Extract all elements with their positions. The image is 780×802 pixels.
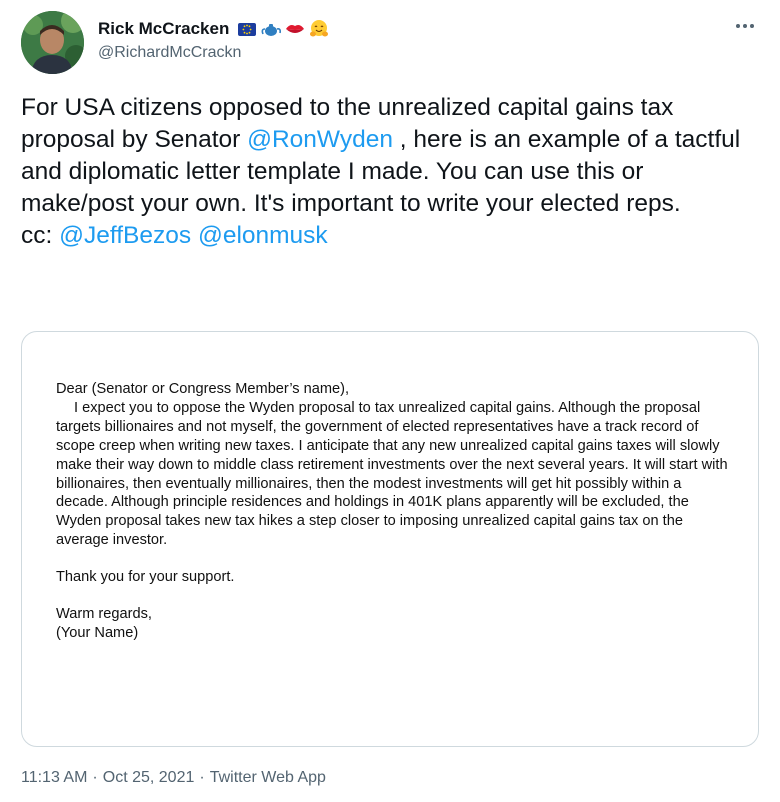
meta-separator: ·: [92, 769, 98, 786]
eu-flag-emoji: [237, 19, 257, 39]
letter-thanks: Thank you for your support.: [56, 569, 235, 586]
tweet-text: For USA citizens opposed to the unrealiz…: [21, 92, 756, 252]
teapot-emoji: [261, 19, 282, 39]
mention-ronwyden-link[interactable]: @RonWyden: [247, 126, 393, 153]
tweet-date[interactable]: Oct 25, 2021: [103, 769, 195, 787]
tweet: Rick McCracken @RichardMcCrackn For USA …: [0, 0, 780, 802]
author-name-row[interactable]: Rick McCracken: [98, 17, 329, 41]
author-handle[interactable]: @RichardMcCrackn: [98, 44, 241, 62]
avatar[interactable]: [21, 11, 84, 74]
author-display-name[interactable]: Rick McCracken: [98, 19, 229, 39]
letter-body: I expect you to oppose the Wyden proposa…: [56, 399, 728, 549]
letter-signature: (Your Name): [56, 624, 139, 641]
meta-separator: ·: [199, 769, 205, 786]
more-options-icon[interactable]: [730, 14, 760, 38]
tweet-meta: 11:13 AM · Oct 25, 2021 · Twitter Web Ap…: [21, 769, 326, 787]
letter-document: Dear (Senator or Congress Member’s name)…: [56, 380, 736, 643]
mention-jeffbezos-link[interactable]: @JeffBezos: [59, 222, 191, 249]
tweet-time[interactable]: 11:13 AM: [21, 769, 87, 787]
letter-closing: Warm regards,: [56, 606, 152, 623]
letter-salutation: Dear (Senator or Congress Member’s name)…: [56, 381, 350, 397]
tweet-source-app[interactable]: Twitter Web App: [210, 769, 326, 787]
mention-elonmusk-link[interactable]: @elonmusk: [198, 222, 328, 249]
kiss-mark-emoji: [285, 19, 305, 39]
attached-letter-image[interactable]: Dear (Senator or Congress Member’s name)…: [21, 331, 759, 747]
hugging-face-emoji: [309, 19, 329, 39]
tweet-text-part: [191, 222, 198, 249]
